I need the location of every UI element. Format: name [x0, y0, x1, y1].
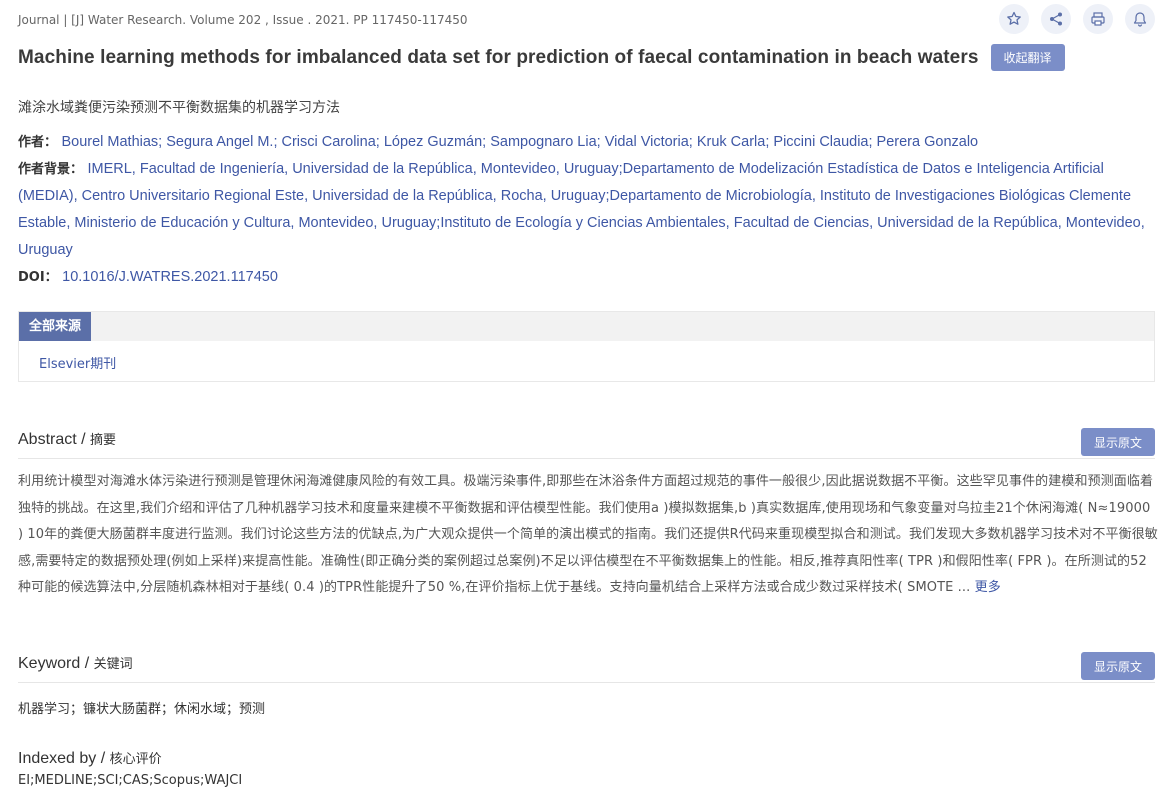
article-title: Machine learning methods for imbalanced … — [18, 46, 979, 68]
print-button[interactable] — [1083, 4, 1113, 34]
doi-row: DOI： 10.1016/J.WATRES.2021.117450 — [18, 264, 1158, 291]
authors-label: 作者： — [18, 135, 58, 150]
authors-list[interactable]: Bourel Mathias; Segura Angel M.; Crisci … — [61, 134, 978, 150]
title-row: Machine learning methods for imbalanced … — [18, 44, 1158, 71]
action-icons — [999, 4, 1155, 34]
abstract-heading-en: Abstract / — [18, 431, 91, 448]
abstract-more-link[interactable]: 更多 — [975, 580, 1001, 595]
indexed-heading-cn: 核心评价 — [109, 751, 162, 766]
affiliation-label: 作者背景： — [18, 162, 84, 177]
bell-icon — [1133, 12, 1147, 27]
source-link-elsevier[interactable]: Elsevier期刊 — [39, 353, 116, 372]
abstract-body: 利用统计模型对海滩水体污染进行预测是管理休闲海滩健康风险的有效工具。极端污染事件… — [18, 469, 1158, 602]
keyword-heading: Keyword / 关键词 — [18, 653, 133, 673]
indexed-list: EI;MEDLINE;SCI;CAS;Scopus;WAJCI — [18, 773, 243, 788]
journal-info: Journal | [J] Water Research. Volume 202… — [18, 13, 468, 27]
keyword-list: 机器学习；镰状大肠菌群；休闲水域；预测 — [18, 702, 266, 717]
sources-panel: 全部来源 Elsevier期刊 — [18, 311, 1155, 382]
favorite-button[interactable] — [999, 4, 1029, 34]
abstract-heading: Abstract / 摘要 — [18, 429, 116, 449]
abstract-heading-cn: 摘要 — [90, 432, 117, 447]
abstract-show-original-button[interactable]: 显示原文 — [1081, 428, 1155, 456]
keyword-show-original-button[interactable]: 显示原文 — [1081, 652, 1155, 680]
indexed-heading-en: Indexed by / — [18, 750, 110, 767]
collapse-translation-button[interactable]: 收起翻译 — [990, 44, 1065, 71]
share-button[interactable] — [1041, 4, 1071, 34]
affiliation-row: 作者背景： IMERL, Facultad de Ingeniería, Uni… — [18, 156, 1158, 264]
doi-label: DOI： — [18, 270, 58, 285]
doi-link[interactable]: 10.1016/J.WATRES.2021.117450 — [62, 269, 278, 285]
affiliation-text: IMERL, Facultad de Ingeniería, Universid… — [18, 161, 1145, 258]
print-icon — [1091, 12, 1105, 26]
authors-row: 作者： Bourel Mathias; Segura Angel M.; Cri… — [18, 129, 1158, 156]
abstract-header: Abstract / 摘要 显示原文 — [18, 428, 1155, 459]
keyword-header: Keyword / 关键词 显示原文 — [18, 652, 1155, 683]
keyword-heading-en: Keyword / — [18, 655, 94, 672]
notify-button[interactable] — [1125, 4, 1155, 34]
article-title-translation: 滩涂水域粪便污染预测不平衡数据集的机器学习方法 — [18, 100, 340, 116]
star-icon — [1007, 11, 1021, 25]
sources-header: 全部来源 — [19, 312, 1154, 341]
keyword-heading-cn: 关键词 — [93, 656, 133, 671]
abstract-text: 利用统计模型对海滩水体污染进行预测是管理休闲海滩健康风险的有效工具。极端污染事件… — [18, 474, 1158, 595]
tab-all-sources[interactable]: 全部来源 — [19, 312, 92, 341]
top-bar: Journal | [J] Water Research. Volume 202… — [18, 4, 1155, 34]
share-icon — [1050, 12, 1062, 26]
indexed-heading: Indexed by / 核心评价 — [18, 748, 162, 768]
